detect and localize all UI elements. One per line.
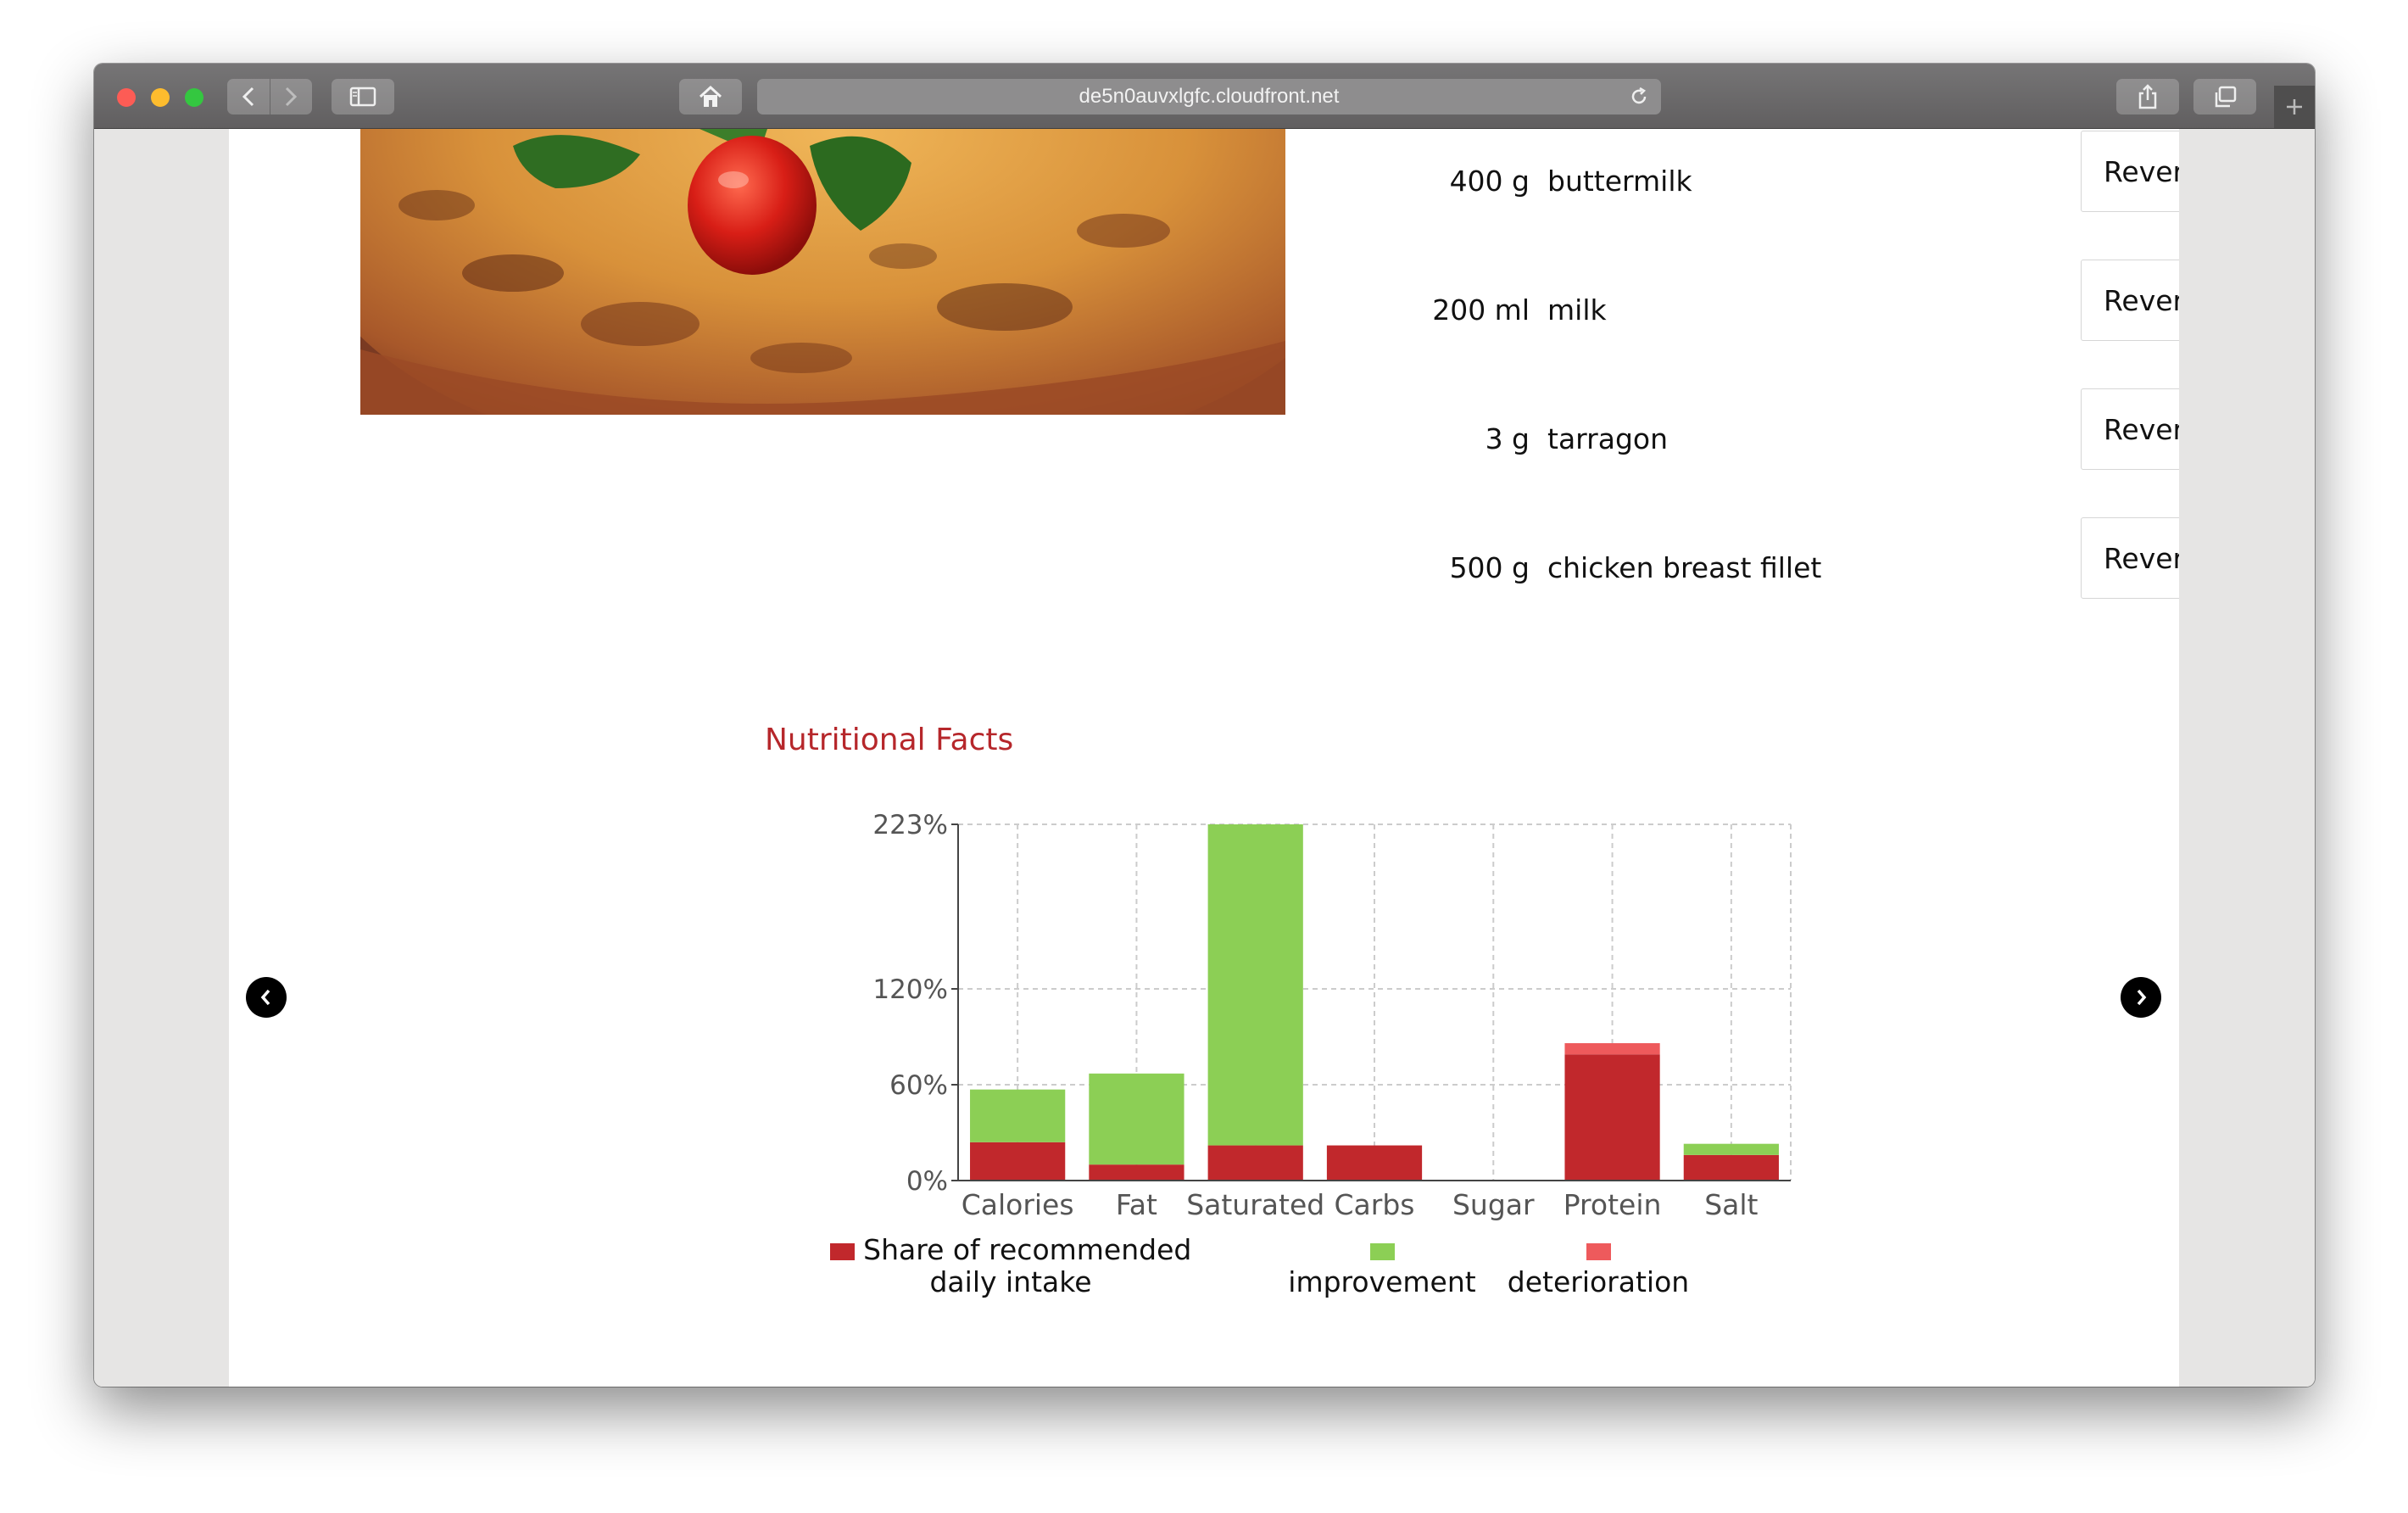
y-tick-label: 60% [889,1070,948,1101]
home-icon [699,85,722,107]
recipe-page: 400 g buttermilk Revert 200 ml milk Reve… [229,129,2179,1387]
page-viewport: 400 g buttermilk Revert 200 ml milk Reve… [94,129,2315,1387]
plus-icon [2287,99,2302,114]
chevron-right-icon [2137,989,2147,1006]
ingredient-row: 400 g buttermilk Revert [1387,131,2179,212]
back-forward-group [227,79,312,114]
ingredient-quantity: 500 g [1449,551,1530,584]
dish-photo [360,129,1285,415]
x-tick-label: Salt [1704,1188,1758,1221]
bar-segment-share [1683,1154,1779,1181]
bar-segment-share [1207,1145,1303,1181]
chevron-right-icon [286,87,298,107]
revert-button[interactable]: Revert [2081,388,2179,470]
chevron-left-icon [260,989,270,1006]
legend-item-deterioration: deterioration [1492,1234,1704,1298]
legend-swatch-deterioration [1586,1242,1611,1260]
ingredient-name: milk [1547,293,1607,327]
bar-segment-improvement [1683,1143,1779,1155]
ingredient-quantity: 3 g [1485,422,1530,455]
sidebar-icon [349,87,376,107]
legend-label-share: Share of recommended daily intake [863,1233,1192,1298]
x-tick-label: Carbs [1335,1188,1415,1221]
bar-segment-improvement [970,1089,1066,1142]
ingredient-name: tarragon [1547,422,1668,455]
reload-icon[interactable] [1629,87,1649,107]
minimize-window-button[interactable] [151,88,170,107]
y-tick-label: 120% [872,974,948,1005]
address-bar[interactable]: de5n0auvxlgfc.cloudfront.net [757,79,1661,114]
carousel-next-button[interactable] [2121,977,2161,1018]
zoom-window-button[interactable] [185,88,203,107]
legend-label-deterioration: deterioration [1507,1265,1690,1298]
x-tick-label: Protein [1564,1188,1662,1221]
legend-item-share: Share of recommended daily intake [799,1234,1223,1298]
browser-window: de5n0auvxlgfc.cloudfront.net 400 g butte… [94,64,2315,1387]
ingredient-quantity: 200 ml [1432,293,1530,327]
revert-button[interactable]: Revert [2081,517,2179,599]
legend-swatch-share [829,1242,855,1260]
x-tick-label: Calories [962,1188,1074,1221]
x-tick-label: Saturated [1186,1188,1324,1221]
ingredient-quantity: 400 g [1449,165,1530,198]
ingredient-name: chicken breast fillet [1547,551,1822,584]
share-icon [2138,84,2157,109]
x-tick-label: Fat [1116,1188,1157,1221]
carousel-prev-button[interactable] [246,977,287,1018]
y-tick-label: 0% [906,1166,948,1197]
nutrition-chart-title: Nutritional Facts [765,723,1014,757]
bar-segment-share [970,1142,1066,1181]
back-button[interactable] [227,79,270,114]
bar-segment-improvement [1207,824,1303,1146]
url-text: de5n0auvxlgfc.cloudfront.net [1079,85,1340,108]
tabs-overview-button[interactable] [2193,79,2256,114]
bar-segment-share [1564,1054,1660,1181]
new-tab-button[interactable] [2274,86,2315,128]
legend-swatch-improvement [1369,1242,1395,1260]
tabs-icon [2215,86,2237,108]
bar-segment-deterioration [1564,1043,1660,1055]
ingredient-row: 500 g chicken breast fillet Revert [1387,517,2179,599]
close-window-button[interactable] [117,88,136,107]
forward-button[interactable] [270,79,313,114]
revert-button[interactable]: Revert [2081,260,2179,341]
revert-button[interactable]: Revert [2081,131,2179,212]
bar-segment-improvement [1089,1073,1184,1165]
ingredient-name: buttermilk [1547,165,1692,198]
bar-segment-share [1326,1145,1423,1181]
legend-label-improvement: improvement [1288,1265,1476,1298]
y-tick-label: 223% [872,810,948,840]
x-tick-label: Sugar [1452,1188,1535,1221]
home-button[interactable] [679,79,742,114]
share-button[interactable] [2116,79,2179,114]
bar-segment-share [1089,1164,1184,1181]
ingredient-row: 200 ml milk Revert [1387,260,2179,341]
sidebar-button[interactable] [332,79,394,114]
chevron-left-icon [242,87,254,107]
ingredient-row: 3 g tarragon Revert [1387,388,2179,470]
legend-item-improvement: improvement [1276,1234,1488,1298]
browser-toolbar: de5n0auvxlgfc.cloudfront.net [94,64,2315,129]
